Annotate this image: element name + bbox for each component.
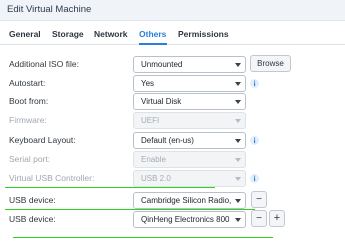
tab-network[interactable]: Network	[94, 29, 128, 39]
iso-value: Unmounted	[141, 60, 183, 69]
browse-button[interactable]: Browse	[250, 55, 291, 72]
dialog-title: Edit Virtual Machine	[7, 4, 92, 15]
keyboard-select[interactable]: Default (en-us)	[133, 132, 246, 149]
chevron-down-icon	[235, 100, 241, 104]
usb-device-1-select[interactable]: Cambridge Silicon Radio,	[133, 192, 246, 209]
tab-permissions[interactable]: Permissions	[178, 29, 229, 39]
dialog-titlebar: Edit Virtual Machine	[0, 0, 345, 21]
browse-button-label: Browse	[257, 59, 284, 68]
boot-label: Boot from:	[9, 96, 49, 106]
chevron-down-icon	[235, 177, 241, 181]
chevron-down-icon	[235, 158, 241, 162]
tab-general[interactable]: General	[9, 29, 41, 39]
usb-device-1-label: USB device:	[9, 195, 56, 205]
autostart-select[interactable]: Yes	[133, 75, 246, 92]
usb-device-2-value: QinHeng Electronics 800	[141, 215, 230, 224]
boot-value: Virtual Disk	[141, 97, 182, 106]
tab-bar: General Storage Network Others Permissio…	[0, 21, 345, 45]
remove-usb-device-button[interactable]: −	[251, 191, 267, 208]
iso-select[interactable]: Unmounted	[133, 56, 246, 73]
chevron-down-icon	[235, 82, 241, 86]
info-icon[interactable]	[250, 136, 259, 145]
usb-controller-label: Virtual USB Controller:	[9, 173, 95, 183]
usb-controller-value: USB 2.0	[141, 174, 171, 183]
row-usb-device-2: USB device: QinHeng Electronics 800 − +	[0, 210, 345, 229]
usb-device-2-label: USB device:	[9, 214, 56, 224]
chevron-down-icon	[235, 119, 241, 123]
serial-select: Enable	[133, 151, 246, 168]
minus-icon: −	[256, 213, 262, 224]
firmware-label: Firmware:	[9, 115, 47, 125]
usb-device-1-value: Cambridge Silicon Radio,	[141, 196, 232, 205]
annotation-underline	[13, 237, 273, 238]
row-serial: Serial port: Enable	[0, 150, 345, 169]
info-icon[interactable]	[250, 174, 259, 183]
info-icon[interactable]	[250, 79, 259, 88]
firmware-value: UEFI	[141, 116, 160, 125]
serial-label: Serial port:	[9, 154, 51, 164]
plus-icon: +	[273, 212, 281, 224]
usb-device-2-select[interactable]: QinHeng Electronics 800	[133, 211, 246, 228]
tab-storage[interactable]: Storage	[52, 29, 84, 39]
keyboard-label: Keyboard Layout:	[9, 135, 76, 145]
active-tab-indicator	[139, 43, 167, 45]
row-boot: Boot from: Virtual Disk	[0, 92, 345, 111]
chevron-down-icon	[235, 199, 241, 203]
keyboard-value: Default (en-us)	[141, 136, 194, 145]
add-usb-device-button[interactable]: +	[269, 210, 285, 227]
chevron-down-icon	[235, 63, 241, 67]
row-usb-device-1: USB device: Cambridge Silicon Radio, −	[0, 191, 345, 210]
firmware-select: UEFI	[133, 112, 246, 129]
row-keyboard: Keyboard Layout: Default (en-us)	[0, 131, 345, 150]
autostart-label: Autostart:	[9, 78, 46, 88]
minus-icon: −	[256, 194, 262, 205]
annotation-underline	[5, 187, 215, 188]
remove-usb-device-button[interactable]: −	[251, 210, 267, 227]
row-firmware: Firmware: UEFI	[0, 111, 345, 130]
row-usb-controller: Virtual USB Controller: USB 2.0	[0, 169, 345, 188]
chevron-down-icon	[235, 139, 241, 143]
autostart-value: Yes	[141, 79, 155, 88]
row-autostart: Autostart: Yes	[0, 74, 345, 93]
iso-label: Additional ISO file:	[9, 59, 79, 69]
boot-select[interactable]: Virtual Disk	[133, 93, 246, 110]
row-iso: Additional ISO file: Unmounted Browse	[0, 55, 345, 74]
tab-others[interactable]: Others	[139, 29, 166, 39]
serial-value: Enable	[141, 155, 166, 164]
usb-controller-select: USB 2.0	[133, 170, 246, 187]
chevron-down-icon	[235, 218, 241, 222]
